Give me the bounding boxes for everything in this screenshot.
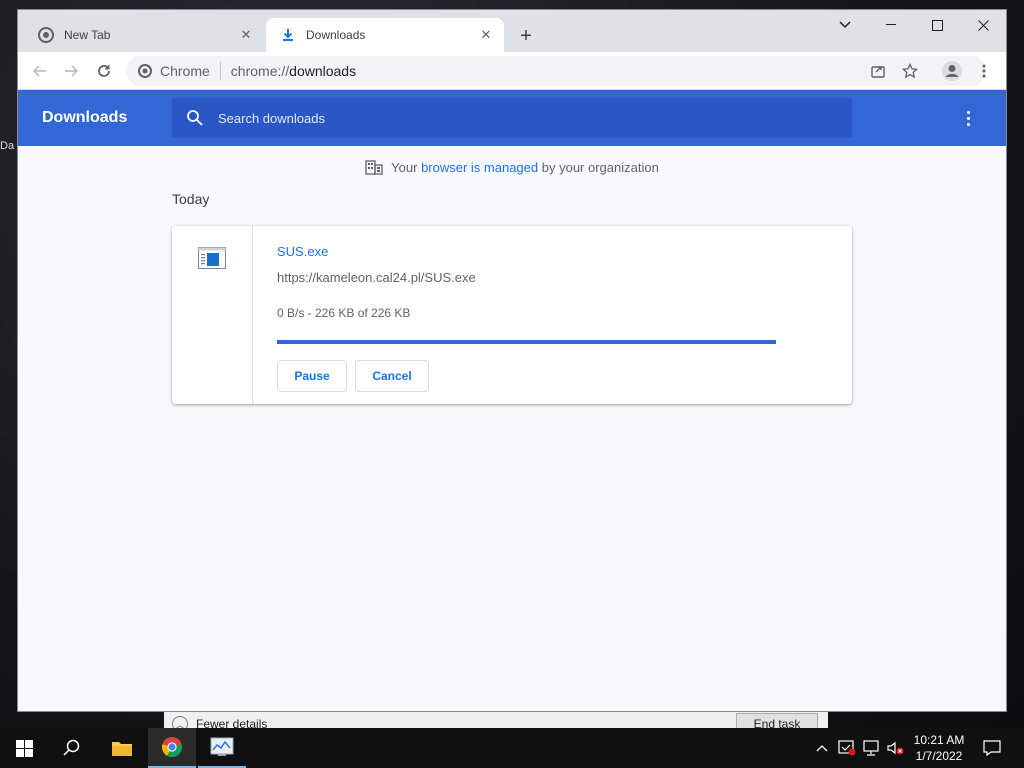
search-input[interactable]: [218, 110, 818, 126]
address-bar[interactable]: Chrome chrome://downloads: [126, 56, 986, 86]
chrome-icon: [138, 64, 152, 78]
downloads-menu-button[interactable]: [958, 108, 978, 128]
browser-menu-button[interactable]: [972, 59, 996, 83]
date-section-heading: Today: [172, 191, 210, 207]
url-text: chrome://downloads: [230, 63, 357, 79]
download-source-url[interactable]: https://kameleon.cal24.pl/SUS.exe: [277, 270, 476, 285]
chrome-logo-icon: [161, 737, 183, 758]
back-arrow-icon: [32, 65, 46, 77]
page-title: Downloads: [42, 109, 128, 126]
managed-prefix: Your: [391, 159, 418, 175]
windows-taskbar: 10:21 AM 1/7/2022: [0, 728, 1024, 768]
chevron-down-icon: [839, 21, 851, 29]
tab-search-button[interactable]: [822, 10, 868, 40]
close-window-button[interactable]: [960, 10, 1006, 40]
divider: [219, 62, 221, 80]
close-icon[interactable]: ✕: [478, 27, 494, 43]
building-icon: [365, 160, 383, 175]
clock-date: 1/7/2022: [915, 749, 963, 763]
browser-toolbar: Chrome chrome://downloads: [18, 52, 1006, 90]
clock-time: 10:21 AM: [913, 733, 965, 747]
search-icon: [63, 739, 80, 756]
forward-button[interactable]: [59, 59, 83, 83]
close-icon[interactable]: ✕: [238, 27, 254, 43]
task-manager-taskbar-button[interactable]: [198, 728, 246, 768]
close-icon: [977, 19, 989, 31]
search-icon: [187, 110, 203, 126]
reload-icon: [98, 64, 110, 77]
site-chip-label: Chrome: [160, 63, 210, 79]
share-icon[interactable]: [870, 63, 886, 82]
new-tab-button[interactable]: +: [514, 24, 538, 48]
windows-logo-icon: [15, 739, 33, 757]
bookmark-star-icon[interactable]: [901, 62, 919, 82]
managed-link[interactable]: browser is managed: [421, 160, 538, 175]
network-tray-button[interactable]: [860, 728, 882, 768]
maximize-icon: [931, 19, 943, 31]
notification-icon: [983, 740, 1001, 756]
file-explorer-button[interactable]: [98, 728, 146, 768]
chrome-window: New Tab ✕ Downloads ✕ + Chrome chrome://…: [18, 10, 1006, 711]
cancel-button[interactable]: Cancel: [355, 360, 429, 392]
search-box[interactable]: [172, 98, 852, 138]
tab-strip: New Tab ✕ Downloads ✕ +: [18, 10, 1006, 52]
minimize-icon: [886, 24, 896, 25]
show-hidden-icons-button[interactable]: [812, 728, 832, 768]
security-tray-button[interactable]: [836, 728, 858, 768]
download-progress-bar: [277, 340, 776, 344]
network-icon: [863, 740, 879, 756]
pause-button[interactable]: Pause: [277, 360, 347, 392]
reload-button[interactable]: [92, 59, 116, 83]
folder-icon: [112, 742, 132, 756]
downloads-header: Downloads: [18, 90, 1006, 146]
progress-fill: [277, 340, 776, 344]
profile-avatar-icon: [942, 61, 962, 81]
download-status: 0 B/s - 226 KB of 226 KB: [277, 306, 411, 320]
tab-label: Downloads: [306, 28, 366, 42]
managed-suffix: by your organization: [541, 159, 659, 175]
profile-button[interactable]: [940, 59, 964, 83]
security-shield-icon: [838, 740, 856, 756]
volume-muted-icon: [887, 741, 904, 755]
kebab-menu-icon: [982, 64, 986, 78]
forward-arrow-icon: [65, 65, 79, 77]
chevron-up-icon: [816, 745, 828, 752]
volume-tray-button[interactable]: [884, 728, 906, 768]
system-clock[interactable]: 10:21 AM 1/7/2022: [904, 732, 974, 764]
tab-downloads[interactable]: Downloads ✕: [266, 18, 504, 52]
start-button[interactable]: [0, 728, 48, 768]
chrome-taskbar-button[interactable]: [148, 728, 196, 768]
managed-notice: Your browser is managed by your organiza…: [18, 159, 1006, 175]
download-filename-link[interactable]: SUS.exe: [277, 244, 328, 259]
download-item-card: SUS.exe https://kameleon.cal24.pl/SUS.ex…: [172, 226, 852, 404]
chrome-icon: [38, 27, 54, 43]
action-center-button[interactable]: [978, 728, 1006, 768]
back-button[interactable]: [28, 59, 52, 83]
tab-new-tab[interactable]: New Tab ✕: [24, 18, 264, 52]
maximize-button[interactable]: [914, 10, 960, 40]
search-button[interactable]: [48, 728, 96, 768]
desktop-icon-label[interactable]: Da: [0, 140, 14, 152]
executable-file-icon: [198, 247, 226, 269]
task-manager-icon: [210, 737, 234, 756]
download-icon: [280, 27, 296, 43]
tab-label: New Tab: [64, 28, 111, 42]
minimize-button[interactable]: [868, 10, 914, 40]
